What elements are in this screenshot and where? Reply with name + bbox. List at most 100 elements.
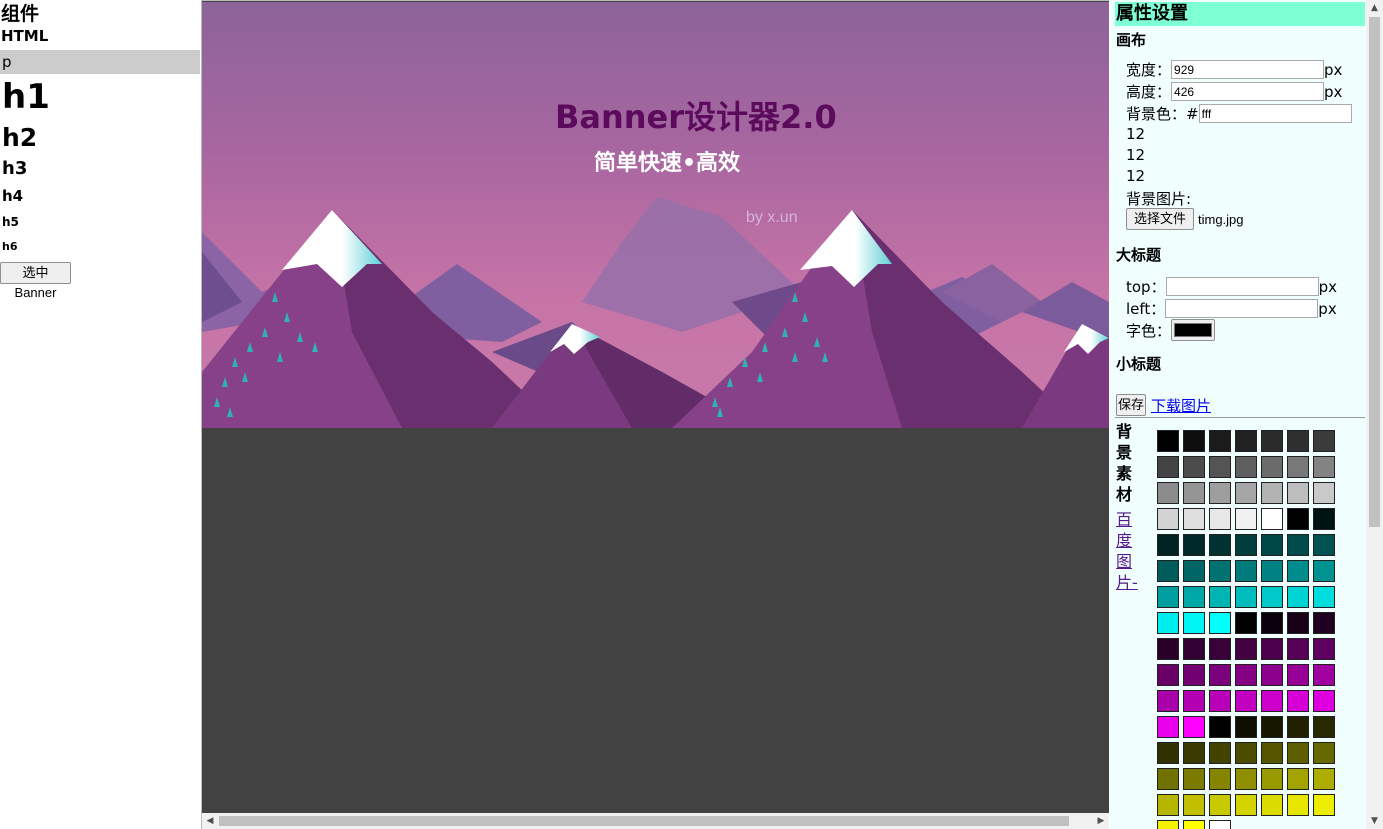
color-swatch[interactable] <box>1235 430 1257 452</box>
color-swatch[interactable] <box>1157 560 1179 582</box>
color-swatch[interactable] <box>1235 664 1257 686</box>
color-swatch[interactable] <box>1157 742 1179 764</box>
color-swatch[interactable] <box>1209 586 1231 608</box>
color-swatch[interactable] <box>1261 716 1283 738</box>
color-swatch[interactable] <box>1183 716 1205 738</box>
color-swatch[interactable] <box>1261 690 1283 712</box>
color-swatch[interactable] <box>1183 586 1205 608</box>
banner-title[interactable]: Banner设计器2.0 <box>555 92 837 138</box>
color-swatch[interactable] <box>1209 560 1231 582</box>
color-swatch[interactable] <box>1157 638 1179 660</box>
component-h1[interactable]: h1 <box>0 74 200 120</box>
color-swatch[interactable] <box>1235 560 1257 582</box>
color-swatch[interactable] <box>1157 690 1179 712</box>
color-swatch[interactable] <box>1287 794 1309 816</box>
color-swatch[interactable] <box>1287 742 1309 764</box>
color-swatch[interactable] <box>1183 430 1205 452</box>
left-input[interactable] <box>1165 299 1319 318</box>
color-swatch[interactable] <box>1157 612 1179 634</box>
color-swatch[interactable] <box>1287 664 1309 686</box>
horizontal-scrollbar[interactable]: ◀ ▶ <box>202 813 1109 829</box>
color-swatch[interactable] <box>1313 742 1335 764</box>
color-swatch[interactable] <box>1313 534 1335 556</box>
baidu-link-char[interactable]: 片- <box>1116 572 1138 593</box>
color-swatch[interactable] <box>1183 612 1205 634</box>
color-swatch[interactable] <box>1157 794 1179 816</box>
color-swatch[interactable] <box>1261 612 1283 634</box>
color-swatch[interactable] <box>1235 716 1257 738</box>
color-swatch[interactable] <box>1287 716 1309 738</box>
scroll-right-icon[interactable]: ▶ <box>1093 813 1109 829</box>
color-swatch[interactable] <box>1183 768 1205 790</box>
color-swatch[interactable] <box>1313 456 1335 478</box>
color-swatch[interactable] <box>1287 456 1309 478</box>
color-swatch[interactable] <box>1209 638 1231 660</box>
color-swatch[interactable] <box>1157 534 1179 556</box>
color-swatch[interactable] <box>1157 716 1179 738</box>
color-swatch[interactable] <box>1235 794 1257 816</box>
component-html[interactable]: HTML <box>0 26 200 46</box>
banner[interactable]: Banner设计器2.0 简单快速•高效 by x.un <box>202 2 1109 428</box>
scroll-up-icon[interactable]: ▲ <box>1366 0 1383 16</box>
color-swatch[interactable] <box>1183 534 1205 556</box>
component-h2[interactable]: h2 <box>0 120 200 155</box>
top-input[interactable] <box>1165 277 1319 296</box>
color-swatch[interactable] <box>1287 560 1309 582</box>
color-swatch[interactable] <box>1287 482 1309 504</box>
color-swatch[interactable] <box>1209 482 1231 504</box>
color-swatch[interactable] <box>1261 430 1283 452</box>
save-button[interactable]: 保存 <box>1116 394 1146 416</box>
color-swatch[interactable] <box>1287 430 1309 452</box>
color-swatch[interactable] <box>1183 664 1205 686</box>
vertical-scrollbar[interactable]: ▲ ▼ <box>1366 0 1383 829</box>
color-swatch[interactable] <box>1235 612 1257 634</box>
color-swatch[interactable] <box>1261 508 1283 530</box>
bg-color-input[interactable] <box>1198 104 1352 123</box>
color-swatch[interactable] <box>1313 794 1335 816</box>
color-swatch[interactable] <box>1209 456 1231 478</box>
component-h3[interactable]: h3 <box>0 155 200 183</box>
color-swatch[interactable] <box>1209 612 1231 634</box>
banner-byline[interactable]: by x.un <box>746 209 798 227</box>
color-swatch[interactable] <box>1313 560 1335 582</box>
vertical-scroll-thumb[interactable] <box>1369 17 1380 527</box>
color-swatch[interactable] <box>1235 768 1257 790</box>
color-swatch[interactable] <box>1235 742 1257 764</box>
choose-file-button[interactable]: 选择文件 <box>1126 208 1194 230</box>
height-input[interactable] <box>1171 82 1325 101</box>
color-swatch[interactable] <box>1235 508 1257 530</box>
color-swatch[interactable] <box>1209 820 1231 829</box>
color-swatch[interactable] <box>1183 508 1205 530</box>
color-swatch[interactable] <box>1313 638 1335 660</box>
color-swatch[interactable] <box>1235 534 1257 556</box>
color-swatch[interactable] <box>1287 768 1309 790</box>
scroll-down-icon[interactable]: ▼ <box>1366 813 1383 829</box>
color-swatch[interactable] <box>1235 456 1257 478</box>
color-swatch[interactable] <box>1261 586 1283 608</box>
color-swatch[interactable] <box>1235 690 1257 712</box>
color-swatch[interactable] <box>1209 690 1231 712</box>
component-p[interactable]: p <box>0 50 200 74</box>
color-swatch[interactable] <box>1313 508 1335 530</box>
color-swatch[interactable] <box>1261 638 1283 660</box>
color-swatch[interactable] <box>1313 768 1335 790</box>
color-swatch[interactable] <box>1313 690 1335 712</box>
color-swatch[interactable] <box>1183 456 1205 478</box>
color-swatch[interactable] <box>1261 560 1283 582</box>
baidu-link-char[interactable]: 度 <box>1116 530 1138 551</box>
color-swatch[interactable] <box>1287 638 1309 660</box>
color-swatch[interactable] <box>1313 664 1335 686</box>
color-swatch[interactable] <box>1313 612 1335 634</box>
color-swatch[interactable] <box>1183 794 1205 816</box>
color-swatch[interactable] <box>1209 430 1231 452</box>
color-swatch[interactable] <box>1209 508 1231 530</box>
color-swatch[interactable] <box>1287 690 1309 712</box>
color-swatch[interactable] <box>1157 664 1179 686</box>
color-swatch[interactable] <box>1157 456 1179 478</box>
color-swatch[interactable] <box>1183 820 1205 829</box>
color-swatch[interactable] <box>1183 560 1205 582</box>
color-swatch[interactable] <box>1235 586 1257 608</box>
color-swatch[interactable] <box>1287 612 1309 634</box>
font-color-picker[interactable] <box>1171 319 1216 341</box>
scroll-left-icon[interactable]: ◀ <box>202 813 218 829</box>
